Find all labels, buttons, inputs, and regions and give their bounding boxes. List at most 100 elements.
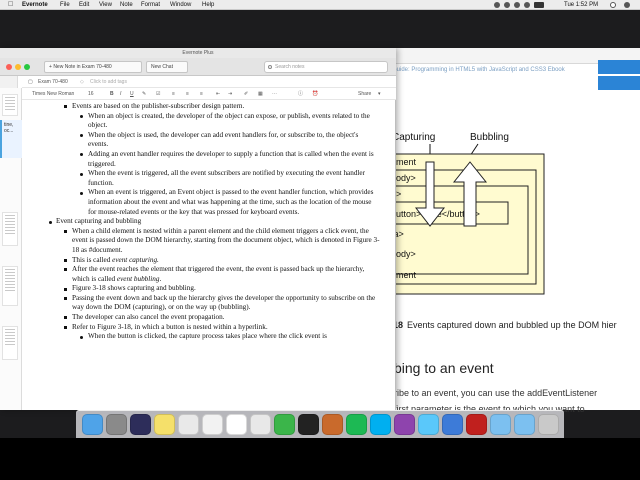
calendar-icon[interactable] — [226, 414, 247, 435]
figure-caption-text: Events captured down and bubbled up the … — [407, 320, 617, 330]
close-window-icon[interactable] — [6, 64, 12, 70]
search-field[interactable]: Search notes — [264, 61, 388, 73]
section-heading: bing to an event — [394, 360, 494, 376]
photos-icon[interactable] — [202, 414, 223, 435]
apple-icon[interactable]:  — [8, 0, 13, 10]
tags-input[interactable]: Click to add tags — [90, 76, 127, 88]
chrome-icon[interactable] — [250, 414, 271, 435]
outline-text: event capturing. — [112, 255, 159, 264]
outline-item: When a child element is nested within a … — [40, 227, 380, 256]
note-editor[interactable]: Events are based on the publisher-subscr… — [40, 102, 380, 410]
spotify-icon[interactable] — [346, 414, 367, 435]
note-thumbnail[interactable] — [2, 212, 18, 246]
outline-item: Figure 3-18 shows capturing and bubbling… — [40, 284, 380, 294]
menu-format[interactable]: Format — [141, 0, 160, 10]
mail-icon[interactable] — [178, 414, 199, 435]
note-thumbnail[interactable] — [2, 94, 18, 116]
keynote-icon[interactable] — [442, 414, 463, 435]
numbered-list-icon[interactable]: ≡ — [186, 88, 189, 100]
table-icon[interactable]: ▦ — [258, 88, 263, 100]
menu-file[interactable]: File — [60, 0, 70, 10]
menu-edit[interactable]: Edit — [79, 0, 89, 10]
ebook-blue-banner — [598, 76, 640, 90]
selected-note[interactable]: tine, oc... — [0, 120, 22, 158]
trash-icon[interactable] — [538, 414, 559, 435]
outline-item: When the object is used, the developer c… — [40, 131, 380, 150]
evernote-window: Evernote Plus + New Note in Exam 70-480 … — [0, 48, 396, 410]
note-snippet: tine, oc... — [4, 122, 14, 134]
outline-text: Passing the event down and back up the h… — [72, 293, 376, 312]
outline-text: Refer to Figure 3-18, in which a button … — [72, 322, 268, 331]
attachment-icon[interactable]: ✐ — [244, 88, 248, 100]
font-size-select[interactable]: 16 — [88, 88, 94, 100]
status-icon[interactable] — [514, 2, 520, 8]
share-button[interactable]: Share — [358, 88, 371, 100]
books-icon[interactable] — [322, 414, 343, 435]
documents-folder-icon[interactable] — [514, 414, 535, 435]
status-icon[interactable] — [494, 2, 500, 8]
notebook-selector[interactable]: Exam 70-480 — [38, 76, 68, 88]
bullet-list-icon[interactable]: ≡ — [172, 88, 175, 100]
skype-icon[interactable] — [370, 414, 391, 435]
note-thumbnail[interactable] — [2, 326, 18, 360]
outline-item: Adding an event handler requires the dev… — [40, 150, 380, 169]
dock — [76, 410, 564, 438]
chevron-down-icon[interactable]: ▾ — [378, 88, 381, 100]
system-preferences-icon[interactable] — [106, 414, 127, 435]
outline-text: This is called — [72, 255, 113, 264]
evernote-icon[interactable] — [274, 414, 295, 435]
new-note-button[interactable]: + New Note in Exam 70-480 — [44, 61, 142, 73]
outline-item: The developer can also cancel the event … — [40, 313, 380, 323]
underline-icon[interactable]: U — [130, 88, 134, 100]
status-icon[interactable] — [504, 2, 510, 8]
outline-item: When an event is triggered, an Event obj… — [40, 188, 380, 217]
notebook-icon: ▢ — [28, 79, 33, 85]
downloads-folder-icon[interactable] — [490, 414, 511, 435]
outline-item: Refer to Figure 3-18, in which a button … — [40, 323, 380, 333]
menu-help[interactable]: Help — [202, 0, 214, 10]
window-title: Evernote Plus — [0, 48, 396, 58]
podcasts-icon[interactable] — [394, 414, 415, 435]
screen-bottom-black — [0, 438, 640, 480]
messages-icon[interactable] — [418, 414, 439, 435]
bold-icon[interactable]: B — [110, 88, 114, 100]
italic-icon[interactable]: I — [120, 88, 121, 100]
wifi-icon[interactable] — [524, 2, 530, 8]
font-family-select[interactable]: Times New Roman — [32, 88, 74, 100]
new-chat-label: New Chat — [151, 64, 173, 70]
stickies-icon[interactable] — [154, 414, 175, 435]
acrobat-icon[interactable] — [466, 414, 487, 435]
menu-note[interactable]: Note — [120, 0, 133, 10]
launchpad-icon[interactable] — [130, 414, 151, 435]
outline-text: When the event is triggered, all the eve… — [88, 169, 366, 187]
new-chat-button[interactable]: New Chat — [146, 61, 188, 73]
search-icon[interactable] — [610, 2, 616, 8]
menu-view[interactable]: View — [99, 0, 112, 10]
clock[interactable]: Tue 1:52 PM — [564, 0, 598, 10]
note-thumbnail[interactable] — [2, 266, 18, 306]
finder-icon[interactable] — [82, 414, 103, 435]
battery-icon[interactable] — [534, 2, 544, 8]
indent-icon[interactable]: ⇥ — [228, 88, 232, 100]
align-icon[interactable]: ≡ — [200, 88, 203, 100]
search-placeholder: Search notes — [275, 64, 305, 70]
minimize-window-icon[interactable] — [15, 64, 21, 70]
outline-text: Adding an event handler requires the dev… — [88, 149, 374, 168]
ebook-window: Guide: Programming in HTML5 with JavaScr… — [388, 48, 640, 414]
outdent-icon[interactable]: ⇤ — [216, 88, 220, 100]
ebook-body-line: ribe to an event, you can use the addEve… — [394, 388, 598, 398]
reminder-icon[interactable]: ⏰ — [312, 88, 318, 100]
terminal-icon[interactable] — [298, 414, 319, 435]
figure-box-a — [388, 185, 529, 275]
outline-item: When the event is triggered, all the eve… — [40, 169, 380, 188]
tag-icon[interactable]: ◇ — [80, 76, 84, 88]
outline-item: After the event reaches the element that… — [40, 265, 380, 284]
menu-app-name[interactable]: Evernote — [22, 0, 48, 10]
info-icon[interactable]: ⓘ — [298, 88, 303, 100]
highlight-icon[interactable]: ✎ — [142, 88, 146, 100]
notification-center-icon[interactable] — [624, 2, 630, 8]
zoom-window-icon[interactable] — [24, 64, 30, 70]
more-icon[interactable]: ⋯ — [272, 88, 277, 100]
menu-window[interactable]: Window — [170, 0, 191, 10]
checkbox-icon[interactable]: ☑ — [156, 88, 160, 100]
